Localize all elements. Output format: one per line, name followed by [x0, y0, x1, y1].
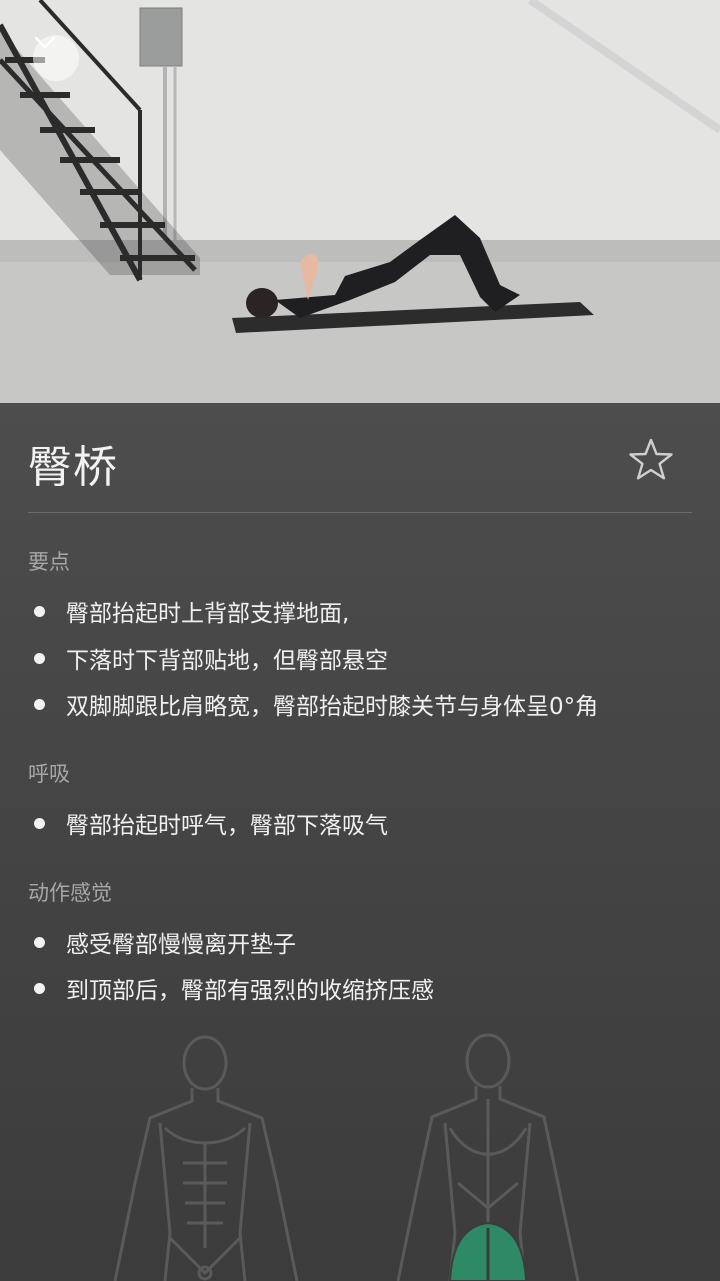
exercise-title: 臀桥: [28, 442, 118, 493]
list-item-text: 到顶部后，臀部有强烈的收缩挤压感: [66, 978, 434, 1004]
bullet-icon: [34, 817, 45, 829]
list-item: 到顶部后，臀部有强烈的收缩挤压感: [28, 971, 434, 1005]
front-body-figure: [113, 1035, 299, 1281]
list-item: 下落时下背部贴地，但臀部悬空: [28, 641, 388, 675]
list-item-text: 臀部抬起时上背部支撑地面,: [66, 601, 350, 627]
bullet-icon: [34, 936, 45, 948]
exercise-detail-panel: 臀桥 要点 臀部抬起时上背部支撑地面, 下落时下背部贴地，但臀部悬空 双脚脚跟比…: [0, 403, 720, 1281]
section-heading-key-points: 要点: [28, 550, 70, 574]
collapse-button[interactable]: [33, 35, 79, 81]
list-item-text: 感受臀部慢慢离开垫子: [66, 932, 296, 958]
list-item-text: 双脚脚跟比肩略宽，臀部抬起时膝关节与身体呈0°角: [66, 694, 599, 720]
bullet-icon: [34, 698, 45, 710]
list-item-text: 臀部抬起时呼气，臀部下落吸气: [66, 813, 388, 839]
list-item: 臀部抬起时上背部支撑地面,: [28, 594, 349, 628]
exercise-video[interactable]: [0, 0, 720, 403]
list-item-text: 下落时下背部贴地，但臀部悬空: [66, 648, 388, 674]
chevron-down-icon: [34, 36, 56, 49]
section-heading-feeling: 动作感觉: [28, 881, 112, 905]
video-frame: [0, 0, 720, 403]
bullet-icon: [34, 605, 45, 617]
bullet-icon: [34, 652, 45, 664]
star-outline-icon: [629, 438, 673, 480]
title-divider: [28, 512, 692, 513]
list-item: 感受臀部慢慢离开垫子: [28, 925, 296, 959]
section-heading-breathing: 呼吸: [28, 762, 70, 786]
bullet-icon: [34, 982, 45, 994]
muscle-anatomy-diagram: [113, 1033, 580, 1281]
list-item: 臀部抬起时呼气，臀部下落吸气: [28, 806, 388, 840]
favorite-button[interactable]: [626, 436, 676, 486]
list-item: 双脚脚跟比肩略宽，臀部抬起时膝关节与身体呈0°角: [28, 687, 598, 721]
